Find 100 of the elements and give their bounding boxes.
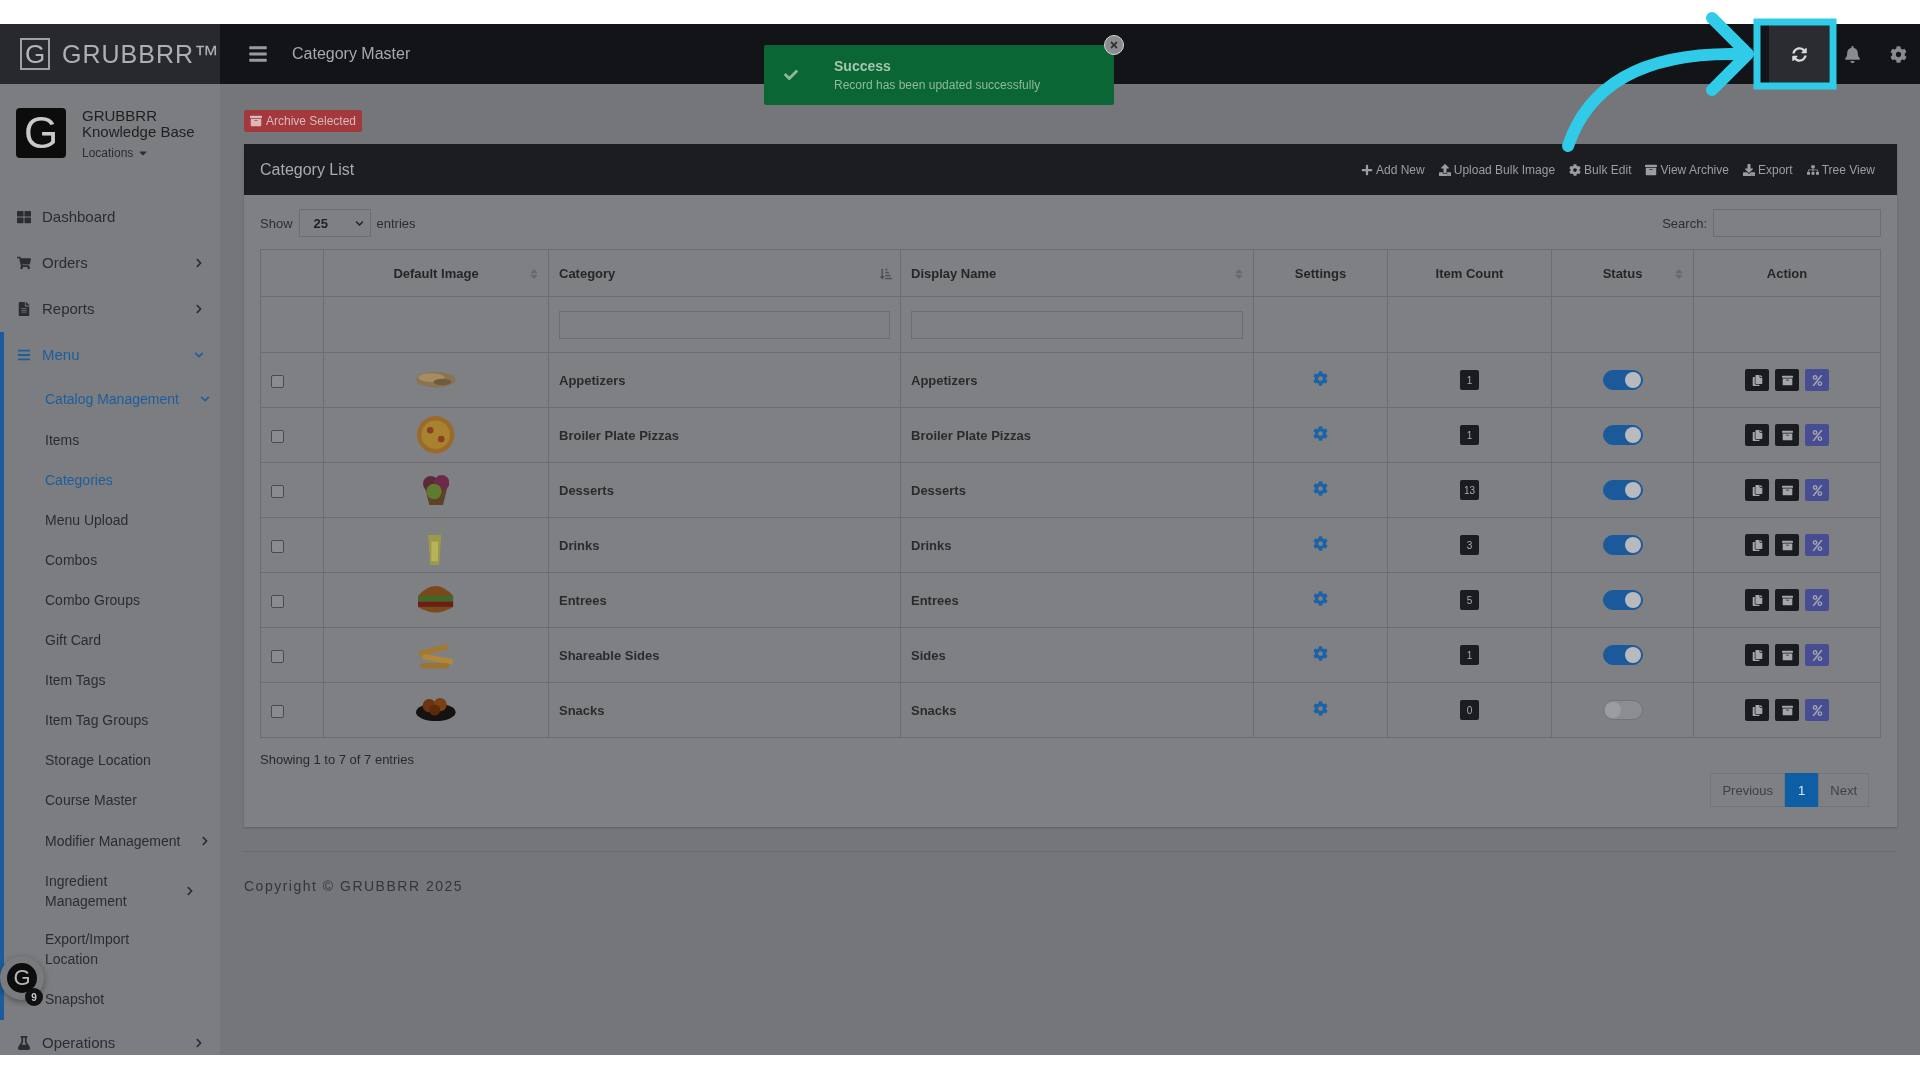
- sidebar-item[interactable]: Combos: [45, 550, 210, 570]
- status-toggle[interactable]: [1602, 535, 1643, 555]
- close-icon: [1109, 40, 1119, 50]
- percent-button[interactable]: [1805, 589, 1829, 611]
- copy-button[interactable]: [1745, 369, 1769, 391]
- column-header[interactable]: Default Image: [323, 249, 549, 297]
- copy-button[interactable]: [1745, 479, 1769, 501]
- gear-icon: [1313, 591, 1328, 606]
- count-badge: 13: [1459, 480, 1480, 500]
- entries-select[interactable]: 25: [298, 209, 371, 237]
- sidebar-item[interactable]: Snapshot: [45, 989, 210, 1009]
- profile-logo: G: [16, 108, 66, 158]
- percent-button[interactable]: [1805, 424, 1829, 446]
- archive-button[interactable]: [1775, 534, 1799, 556]
- copy-icon: [1751, 539, 1763, 551]
- toolbar-link[interactable]: Add New: [1361, 162, 1425, 177]
- chevron-down-icon: [194, 350, 204, 360]
- check-icon: [784, 68, 798, 82]
- row-checkbox[interactable]: [271, 374, 284, 388]
- table-cell: Appetizers: [900, 352, 1254, 408]
- cart-icon: [17, 256, 31, 270]
- sidebar-item[interactable]: Menu Upload: [45, 510, 210, 530]
- table-cell: Entrees: [900, 572, 1254, 628]
- toolbar-link[interactable]: Bulk Edit: [1569, 162, 1632, 177]
- row-checkbox[interactable]: [271, 594, 284, 608]
- count-badge: 1: [1460, 370, 1479, 390]
- toolbar-link[interactable]: Upload Bulk Image: [1438, 162, 1556, 177]
- sidebar-item[interactable]: Storage Location: [45, 750, 210, 770]
- toast-title: Success: [834, 58, 892, 74]
- archive-icon: [1781, 539, 1793, 551]
- count-badge: 5: [1460, 590, 1479, 610]
- percent-button[interactable]: [1805, 699, 1829, 721]
- column-header[interactable]: Status: [1551, 249, 1694, 297]
- sidebar-item[interactable]: Export/Import Location: [45, 929, 210, 969]
- sidebar-item[interactable]: Gift Card: [45, 630, 210, 650]
- toolbar-link[interactable]: Tree View: [1806, 162, 1875, 177]
- column-header[interactable]: Category: [548, 249, 901, 297]
- sidebar-item[interactable]: Orders: [16, 253, 204, 273]
- percent-button[interactable]: [1805, 369, 1829, 391]
- row-checkbox[interactable]: [271, 429, 284, 443]
- settings-icon: [1889, 45, 1907, 63]
- sort-ascending-icon[interactable]: [880, 268, 892, 280]
- sidebar-item[interactable]: Item Tag Groups: [45, 710, 210, 730]
- copy-button[interactable]: [1745, 424, 1769, 446]
- status-toggle[interactable]: [1602, 370, 1643, 390]
- close-button[interactable]: [1104, 35, 1124, 55]
- table-cell: Shareable Sides: [548, 627, 901, 683]
- sidebar-item[interactable]: Course Master: [45, 790, 210, 810]
- copy-button[interactable]: [1745, 644, 1769, 666]
- refresh-button[interactable]: [1769, 24, 1829, 84]
- copy-button[interactable]: [1745, 534, 1769, 556]
- status-toggle[interactable]: [1602, 590, 1643, 610]
- archive-button[interactable]: [1775, 424, 1799, 446]
- row-checkbox[interactable]: [271, 704, 284, 718]
- sidebar-item[interactable]: Modifier Management: [45, 831, 210, 851]
- chevron-down-icon: [354, 218, 364, 228]
- archive-icon: [250, 115, 262, 127]
- table-cell: Entrees: [548, 572, 901, 628]
- copy-icon: [1751, 649, 1763, 661]
- row-checkbox[interactable]: [271, 539, 284, 553]
- toolbar-link[interactable]: Export: [1742, 162, 1793, 177]
- status-toggle[interactable]: [1602, 480, 1643, 500]
- row-checkbox[interactable]: [271, 649, 284, 663]
- percent-button[interactable]: [1805, 534, 1829, 556]
- column-header[interactable]: Settings: [1253, 249, 1388, 297]
- sidebar-item[interactable]: Items: [45, 430, 210, 450]
- sidebar-item[interactable]: Item Tags: [45, 670, 210, 690]
- sidebar-item[interactable]: Ingredient Management: [45, 871, 210, 911]
- archive-button[interactable]: [1775, 369, 1799, 391]
- column-header[interactable]: Item Count: [1387, 249, 1552, 297]
- table-cell: Desserts: [900, 462, 1254, 518]
- show-label: Show: [260, 215, 293, 231]
- row-checkbox[interactable]: [271, 484, 284, 498]
- archive-button[interactable]: [1775, 479, 1799, 501]
- percent-button[interactable]: [1805, 479, 1829, 501]
- status-toggle[interactable]: [1602, 425, 1643, 445]
- column-header[interactable]: Action: [1693, 249, 1881, 297]
- table-cell: Snacks: [548, 682, 901, 738]
- menu-button[interactable]: [248, 44, 268, 64]
- chevron-right-icon: [194, 304, 204, 314]
- column-header[interactable]: Display Name: [900, 249, 1254, 297]
- archive-button[interactable]: [1775, 699, 1799, 721]
- gear-icon: [1569, 163, 1582, 176]
- sidebar-item[interactable]: Operations: [16, 1033, 204, 1053]
- download-icon: [1742, 163, 1755, 176]
- percent-button[interactable]: [1805, 644, 1829, 666]
- locations-dropdown[interactable]: Locations: [82, 146, 202, 160]
- archive-button[interactable]: [1775, 589, 1799, 611]
- copy-button[interactable]: [1745, 589, 1769, 611]
- sidebar-item[interactable]: Combo Groups: [45, 590, 210, 610]
- toolbar-link[interactable]: View Archive: [1645, 162, 1729, 177]
- status-toggle[interactable]: [1602, 645, 1643, 665]
- sidebar-item[interactable]: Dashboard: [16, 207, 204, 227]
- copy-button[interactable]: [1745, 699, 1769, 721]
- archive-selected-button[interactable]: Archive Selected: [244, 110, 363, 132]
- table-cell: Sides: [900, 627, 1254, 683]
- archive-button[interactable]: [1775, 644, 1799, 666]
- sidebar-item[interactable]: Reports: [16, 299, 204, 319]
- page-button[interactable]: 1: [1785, 773, 1819, 807]
- status-toggle[interactable]: [1602, 700, 1643, 720]
